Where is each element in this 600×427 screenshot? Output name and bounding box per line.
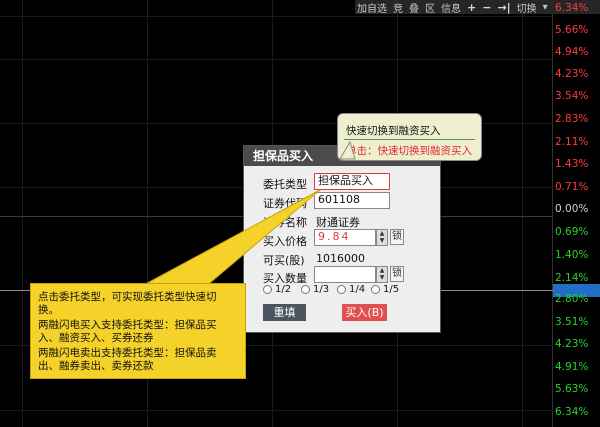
buy-price-label: 买入价格 [263,235,307,248]
axis-tick-label: 1.40% [555,249,589,261]
switch-arrow-icon[interactable]: →| [497,1,510,14]
zoom-in-icon[interactable]: + [467,1,476,14]
tooltip-title: 快速切换到融资买入 [346,125,441,137]
axis-tick-label: 5.66% [555,24,589,36]
entrust-type-value: 担保品买入 [318,174,373,187]
fraction-radio-half[interactable]: 1/2 [263,284,291,295]
axis-tick-label: 6.34% [555,406,589,418]
add-watchlist-button[interactable]: 加自选 [357,0,387,15]
fraction-radio-fifth[interactable]: 1/5 [371,284,399,295]
available-qty-value: 1016000 [316,252,365,265]
security-code-value: 601108 [318,193,360,206]
callout-line: 换。 [38,304,59,316]
price-lock-button[interactable]: 锁 [390,229,404,245]
fraction-label: 1/3 [313,284,330,295]
grid-hline [0,410,553,411]
tooltip-click-hint: 单击：快速切换到融资买入 [346,145,472,157]
switch-button[interactable]: 切换 [517,0,537,15]
qty-stepper[interactable]: ▲ ▼ [376,266,388,283]
axis-tick-label: 0.00% [555,203,589,215]
fraction-radio-third[interactable]: 1/3 [301,284,329,295]
fraction-radio-quarter[interactable]: 1/4 [337,284,365,295]
security-name-label: 证券名称 [263,216,307,229]
tooltip-divider [344,139,475,140]
reset-button[interactable]: 重填 [263,304,306,321]
entrust-type-select[interactable]: 担保品买入 [314,173,390,190]
grid-vline [522,0,523,427]
axis-tick-label: 2.83% [555,113,589,125]
axis-tick-label: 2.11% [555,136,589,148]
radio-circle-icon[interactable] [301,285,310,294]
help-callout: 点击委托类型，可实现委托类型快速切 换。 两融闪电买入支持委托类型：担保品买 入… [30,283,246,379]
axis-tick-label: 1.43% [555,158,589,170]
switch-tooltip: 快速切换到融资买入 单击：快速切换到融资买入 [337,113,482,161]
axis-tick-label: 2.80% [555,293,589,305]
chevron-up-icon[interactable]: ▲ [377,230,387,237]
grid-hline [0,16,553,17]
chevron-up-icon[interactable]: ▲ [377,267,387,274]
buy-price-value: 9.84 [318,230,351,243]
fraction-label: 1/4 [349,284,366,295]
chevron-down-icon[interactable]: ▼ [377,274,387,281]
axis-tick-label: 2.14% [555,272,589,284]
buy-price-input[interactable]: 9.84 [314,229,376,246]
fraction-label: 1/5 [383,284,400,295]
callout-line: 两融闪电买入支持委托类型：担保品买 [38,319,217,331]
axis-tick-label: 0.71% [555,181,589,193]
callout-line: 入、融资买入、买券还券 [38,332,154,344]
axis-tick-label: 4.91% [555,361,589,373]
grid-vline [22,0,23,427]
axis-tick-label: 6.34% [555,2,589,14]
axis-tick-label: 3.51% [555,316,589,328]
axis-tick-label: 5.63% [555,383,589,395]
chevron-down-icon[interactable]: ▾ [543,2,548,13]
radio-circle-icon[interactable] [371,285,380,294]
info-button[interactable]: 信息 [441,0,461,15]
compete-button[interactable]: 竞 [393,0,403,15]
radio-circle-icon[interactable] [337,285,346,294]
callout-line: 点击委托类型，可实现委托类型快速切 [38,291,217,303]
overlay-button[interactable]: 叠 [409,0,419,15]
entrust-type-label: 委托类型 [263,178,307,191]
chevron-down-icon[interactable]: ▼ [377,237,387,244]
axis-tick-label: 4.94% [555,46,589,58]
callout-line: 两融闪电卖出支持委托类型：担保品卖 [38,347,217,359]
callout-line: 出、融券卖出、卖券还款 [38,360,154,372]
buy-qty-input[interactable] [314,266,376,283]
fraction-label: 1/2 [275,284,292,295]
axis-tick-label: 4.23% [555,338,589,350]
zoom-out-icon[interactable]: − [482,1,491,14]
security-code-label: 证券代码 [263,197,307,210]
axis-tick-label: 4.23% [555,68,589,80]
qty-lock-button[interactable]: 锁 [390,266,404,282]
available-qty-label: 可买(股) [263,254,305,267]
region-button[interactable]: 区 [425,0,435,15]
security-name-value: 财通证券 [316,216,360,229]
axis-divider [552,0,553,427]
buy-button[interactable]: 买入(B) [342,304,387,321]
axis-tick-label: 0.69% [555,226,589,238]
radio-circle-icon[interactable] [263,285,272,294]
price-stepper[interactable]: ▲ ▼ [376,229,388,246]
axis-tick-label: 3.54% [555,90,589,102]
grid-hline [0,59,553,60]
security-code-input[interactable]: 601108 [314,192,390,209]
